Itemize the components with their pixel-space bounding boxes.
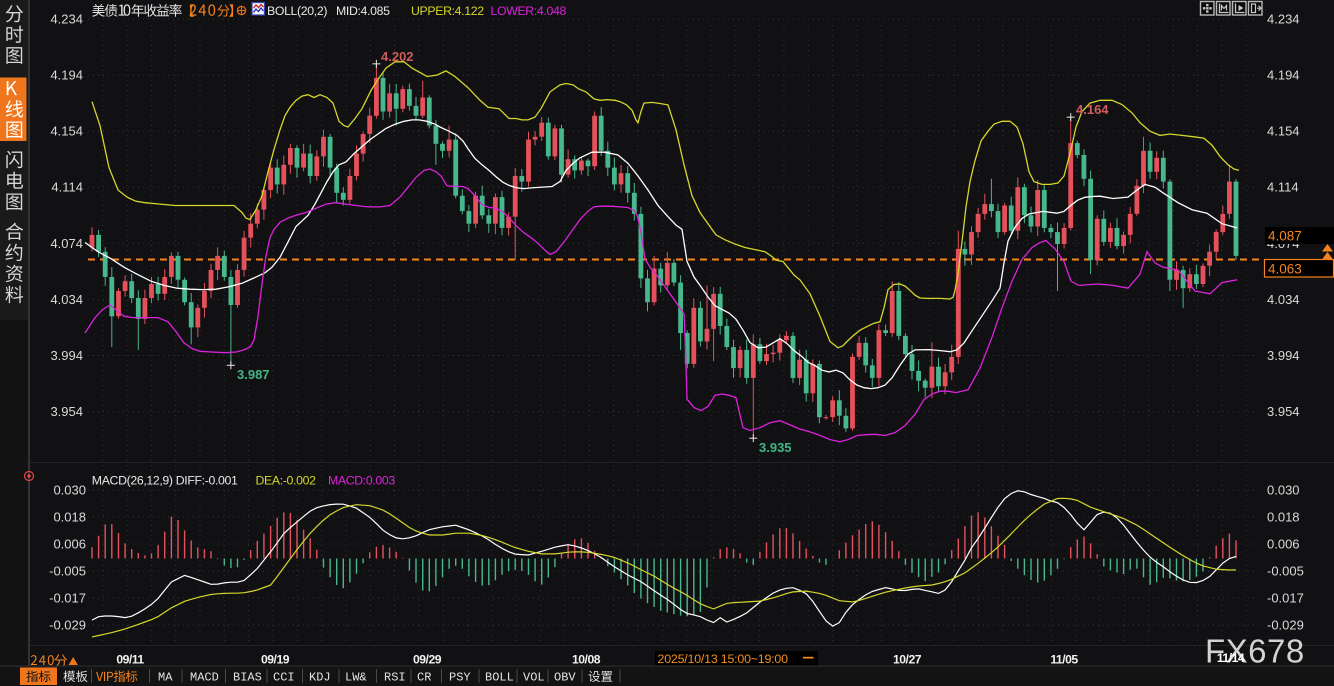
svg-text:4.074: 4.074	[50, 236, 83, 251]
svg-text:DEA:-0.002: DEA:-0.002	[256, 474, 317, 488]
svg-text:-0.029: -0.029	[49, 618, 86, 633]
svg-text:11/05: 11/05	[1050, 653, 1078, 667]
svg-text:4.034: 4.034	[1267, 292, 1300, 307]
svg-text:3.994: 3.994	[50, 348, 83, 363]
svg-text:09/11: 09/11	[116, 653, 144, 667]
svg-text:4.114: 4.114	[51, 180, 83, 195]
svg-text:4.194: 4.194	[1267, 68, 1300, 83]
svg-text:UPPER:4.122: UPPER:4.122	[411, 4, 484, 18]
svg-text:3.954: 3.954	[1267, 404, 1300, 419]
svg-text:0.030: 0.030	[1267, 483, 1300, 498]
svg-text:RSI: RSI	[384, 671, 406, 685]
svg-text:4.194: 4.194	[50, 68, 83, 83]
svg-text:0.006: 0.006	[1267, 537, 1300, 552]
svg-text:0.018: 0.018	[53, 510, 86, 525]
svg-text:CR: CR	[417, 671, 431, 685]
svg-text:-0.029: -0.029	[1267, 618, 1304, 633]
svg-text:3.987: 3.987	[237, 367, 270, 382]
svg-text:LW&: LW&	[345, 671, 367, 685]
svg-text:11/14: 11/14	[1217, 651, 1245, 665]
svg-text:BOLL(20,2): BOLL(20,2)	[267, 4, 327, 18]
svg-text:09/29: 09/29	[413, 653, 442, 667]
svg-text:BIAS: BIAS	[233, 671, 262, 685]
svg-text:4.063: 4.063	[1268, 262, 1302, 277]
svg-text:09/19: 09/19	[261, 653, 290, 667]
svg-text:KDJ: KDJ	[309, 671, 331, 685]
svg-text:4.234: 4.234	[1267, 12, 1300, 27]
svg-text:BOLL: BOLL	[485, 671, 514, 685]
svg-text:4.087: 4.087	[1268, 229, 1302, 244]
svg-text:CCI: CCI	[273, 671, 295, 685]
svg-text:-0.005: -0.005	[1267, 564, 1304, 579]
svg-text:MACD: MACD	[190, 671, 219, 685]
svg-text:VOL: VOL	[523, 671, 545, 685]
svg-text:MACD:0.003: MACD:0.003	[328, 474, 395, 488]
svg-text:-0.017: -0.017	[1267, 591, 1304, 606]
svg-text:4.164: 4.164	[1076, 102, 1109, 117]
svg-text:OBV: OBV	[554, 671, 576, 685]
svg-text:0.030: 0.030	[53, 483, 86, 498]
svg-text:MID:4.085: MID:4.085	[336, 4, 390, 18]
svg-text:4.202: 4.202	[381, 49, 414, 64]
svg-text:MACD(26,12,9) DIFF:-0.001: MACD(26,12,9) DIFF:-0.001	[92, 474, 238, 488]
svg-text:-0.005: -0.005	[49, 564, 86, 579]
svg-text:PSY: PSY	[449, 671, 471, 685]
svg-text:LOWER:4.048: LOWER:4.048	[491, 4, 567, 18]
svg-text:3.935: 3.935	[759, 440, 792, 455]
svg-text:3.954: 3.954	[50, 404, 83, 419]
svg-text:4.114: 4.114	[1267, 180, 1299, 195]
svg-text:0.018: 0.018	[1267, 510, 1300, 525]
svg-text:4.154: 4.154	[50, 124, 83, 139]
svg-text:0.006: 0.006	[53, 537, 86, 552]
svg-text:MA: MA	[158, 671, 173, 685]
svg-text:2025/10/13 15:00~19:00: 2025/10/13 15:00~19:00	[658, 652, 789, 666]
svg-text:4.034: 4.034	[50, 292, 83, 307]
svg-text:-0.017: -0.017	[49, 591, 86, 606]
svg-text:4.234: 4.234	[50, 12, 83, 27]
svg-text:3.994: 3.994	[1267, 348, 1300, 363]
svg-text:4.154: 4.154	[1267, 124, 1300, 139]
svg-text:10/27: 10/27	[893, 653, 922, 667]
svg-text:10/08: 10/08	[572, 653, 601, 667]
